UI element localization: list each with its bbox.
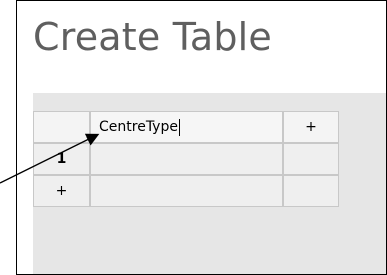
add-row-extra-cell	[283, 175, 339, 207]
page-title: Create Table	[33, 15, 273, 59]
table-designer-grid: CentreType + 1 +	[33, 93, 386, 274]
text-caret	[178, 118, 180, 136]
add-column-button[interactable]: +	[283, 111, 339, 143]
row-1-extra-cell	[283, 143, 339, 175]
grid-corner-cell	[33, 111, 90, 143]
screenshot-frame: Create Table CentreType + 1 +	[16, 0, 387, 275]
row-1-cell[interactable]	[90, 143, 283, 175]
column-name-value: CentreType	[99, 119, 178, 135]
row-number-1: 1	[33, 143, 90, 175]
add-row-cell	[90, 175, 283, 207]
add-row-button[interactable]: +	[33, 175, 90, 207]
column-name-input[interactable]: CentreType	[90, 111, 283, 143]
